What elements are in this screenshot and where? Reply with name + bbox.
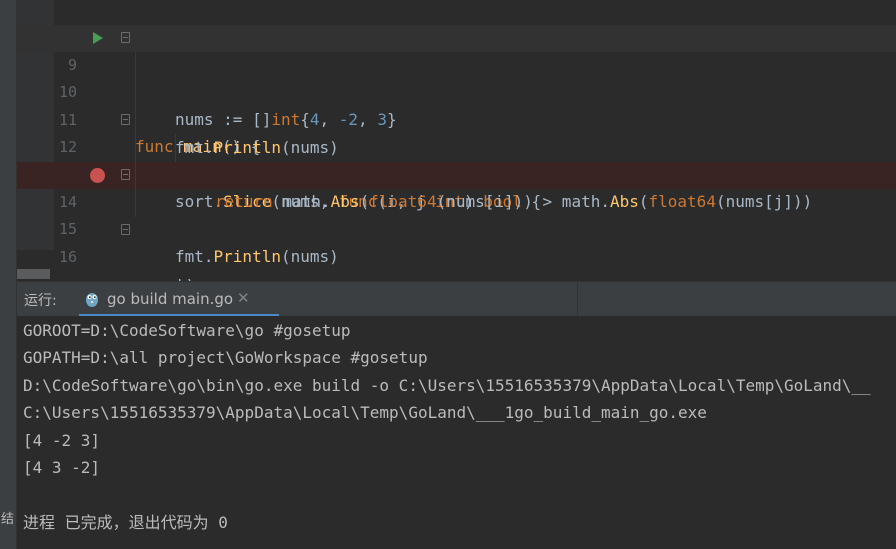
fold-icon[interactable] (121, 224, 130, 235)
package-name: fmt. (175, 247, 214, 266)
code-text: fmt.Println(nums) (175, 243, 339, 270)
indent-guide (135, 52, 136, 217)
console-line: 进程 已完成，退出代码为 0 (23, 513, 228, 532)
indent-guide (175, 134, 176, 162)
code-line-13: 13 return math.Abs(float64(nums[i])) > m… (17, 134, 896, 211)
console-line: C:\Users\15516535379\AppData\Local\Temp\… (23, 403, 707, 422)
fold-icon[interactable] (121, 169, 130, 180)
console-line: [4 3 -2] (23, 458, 101, 477)
code-line-11: 11 fmt.Println(nums) (17, 80, 896, 157)
fold-icon[interactable] (121, 32, 130, 43)
header-divider (577, 282, 578, 316)
line-number: 16 (58, 248, 77, 266)
function-call: Println (213, 247, 281, 266)
arguments: (nums) (280, 247, 339, 266)
run-gutter-icon[interactable] (93, 32, 103, 44)
console-line: GOPATH=D:\all project\GoWorkspace #goset… (23, 348, 428, 367)
code-line-9: 9 func main() { (17, 25, 896, 156)
code-area[interactable]: 8 9 func main() { 10 nums := []int{4, -2… (17, 0, 896, 321)
scrollbar-thumb[interactable] (17, 269, 50, 279)
console-output[interactable]: GOROOT=D:\CodeSoftware\go #gosetup GOPAT… (17, 316, 896, 549)
run-tab[interactable]: go build main.go ✕ (79, 282, 279, 317)
run-tab-label: go build main.go (107, 290, 234, 308)
console-line: D:\CodeSoftware\go\bin\go.exe build -o C… (23, 376, 871, 395)
left-tool-strip: 结 (0, 0, 17, 549)
code-line-10: 10 nums := []int{4, -2, 3} (17, 52, 896, 129)
close-icon[interactable]: ✕ (237, 289, 250, 307)
code-editor[interactable]: 8 9 func main() { 10 nums := []int{4, -2… (17, 0, 896, 321)
console-line: [4 -2 3] (23, 431, 101, 450)
horizontal-scrollbar[interactable] (17, 269, 896, 279)
breakpoint-icon[interactable] (90, 168, 105, 183)
run-panel-title: 运行: (24, 293, 57, 309)
go-gopher-icon (86, 293, 98, 307)
code-line-15: 15 fmt.Println(nums) (17, 189, 896, 266)
code-line-8: 8 (17, 0, 896, 47)
code-line-16: 16 } (17, 217, 896, 321)
console-line: GOROOT=D:\CodeSoftware\go #gosetup (23, 321, 351, 340)
fold-icon[interactable] (121, 114, 130, 125)
code-line-14: 14 }) (17, 162, 896, 293)
run-panel-header: 运行: go build main.go ✕ (17, 281, 896, 317)
structure-tool-label[interactable]: 结 (1, 513, 15, 527)
code-line-12: 12 sort.Slice(nums, func(i, j int) bool … (17, 107, 896, 211)
